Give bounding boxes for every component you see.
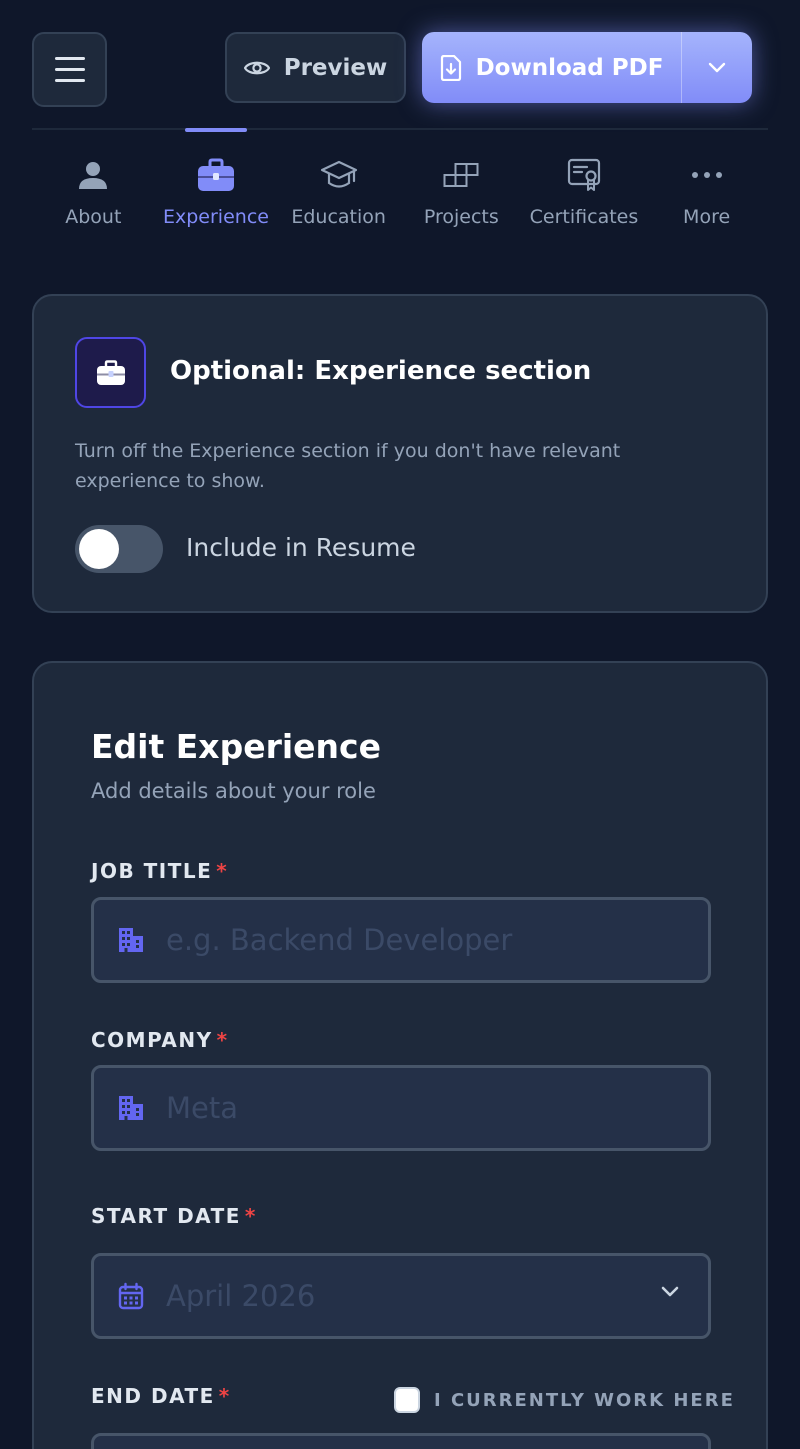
- start-date-select[interactable]: April 2026: [91, 1253, 711, 1339]
- toggle-label: Include in Resume: [186, 533, 416, 562]
- toggle-knob: [79, 529, 119, 569]
- building-icon: [119, 928, 143, 952]
- tab-label: Education: [291, 206, 386, 228]
- tab-experience[interactable]: Experience: [155, 128, 278, 240]
- required-mark: *: [216, 1028, 229, 1052]
- graduation-cap-icon: [320, 160, 357, 188]
- briefcase-icon: [197, 158, 234, 191]
- download-options-button[interactable]: [682, 32, 752, 103]
- download-label: Download PDF: [475, 54, 664, 81]
- end-date-select[interactable]: [91, 1433, 711, 1449]
- briefcase-icon: [96, 359, 125, 385]
- more-dots-icon: [691, 172, 722, 178]
- download-group: Download PDF: [422, 32, 752, 103]
- company-placeholder: Meta: [166, 1091, 239, 1125]
- menu-button[interactable]: [32, 32, 107, 107]
- tab-more[interactable]: More: [645, 130, 768, 240]
- job-title-label: JOB TITLE *: [91, 859, 229, 883]
- currently-work-here[interactable]: I CURRENTLY WORK HERE: [394, 1387, 735, 1413]
- optional-section-card: Optional: Experience section Turn off th…: [32, 294, 768, 613]
- chevron-down-icon: [708, 62, 726, 73]
- building-icon: [119, 1096, 143, 1120]
- preview-label: Preview: [283, 54, 388, 81]
- tab-label: Experience: [163, 206, 269, 228]
- tab-label: Projects: [423, 206, 499, 228]
- required-mark: *: [218, 1384, 231, 1408]
- calendar-icon: [118, 1282, 144, 1310]
- tab-education[interactable]: Education: [277, 130, 400, 240]
- tab-certificates[interactable]: Certificates: [523, 130, 646, 240]
- job-title-input[interactable]: e.g. Backend Developer: [91, 897, 711, 983]
- edit-form-title: Edit Experience: [91, 727, 381, 766]
- edit-experience-card: Edit Experience Add details about your r…: [32, 661, 768, 1449]
- section-tabs: About Experience Education Projects Cert…: [32, 128, 768, 240]
- company-label: COMPANY *: [91, 1028, 229, 1052]
- required-mark: *: [244, 1204, 257, 1228]
- start-date-value: April 2026: [166, 1279, 316, 1313]
- chevron-down-icon: [661, 1286, 679, 1297]
- end-date-label: END DATE *: [91, 1384, 231, 1408]
- currently-work-checkbox[interactable]: [394, 1387, 420, 1413]
- currently-work-label: I CURRENTLY WORK HERE: [434, 1389, 735, 1411]
- certificate-icon: [567, 158, 601, 191]
- tab-label: More: [683, 206, 731, 228]
- hamburger-icon: [54, 57, 85, 60]
- user-icon: [79, 162, 108, 189]
- blocks-icon: [443, 163, 479, 187]
- tab-label: About: [65, 206, 122, 228]
- job-title-placeholder: e.g. Backend Developer: [166, 923, 513, 957]
- tab-about[interactable]: About: [32, 130, 155, 240]
- section-icon-badge: [75, 337, 146, 408]
- edit-form-subtitle: Add details about your role: [91, 779, 376, 803]
- optional-section-description: Turn off the Experience section if you d…: [75, 440, 621, 492]
- preview-button[interactable]: Preview: [225, 32, 406, 103]
- file-download-icon: [440, 54, 461, 81]
- include-in-resume-toggle[interactable]: [75, 525, 163, 573]
- eye-icon: [243, 61, 270, 74]
- download-pdf-button[interactable]: Download PDF: [422, 32, 681, 103]
- company-input[interactable]: Meta: [91, 1065, 711, 1151]
- start-date-label: START DATE *: [91, 1204, 257, 1228]
- optional-section-title: Optional: Experience section: [170, 356, 592, 386]
- tab-projects[interactable]: Projects: [400, 130, 523, 240]
- tab-label: Certificates: [529, 206, 639, 228]
- required-mark: *: [216, 859, 229, 883]
